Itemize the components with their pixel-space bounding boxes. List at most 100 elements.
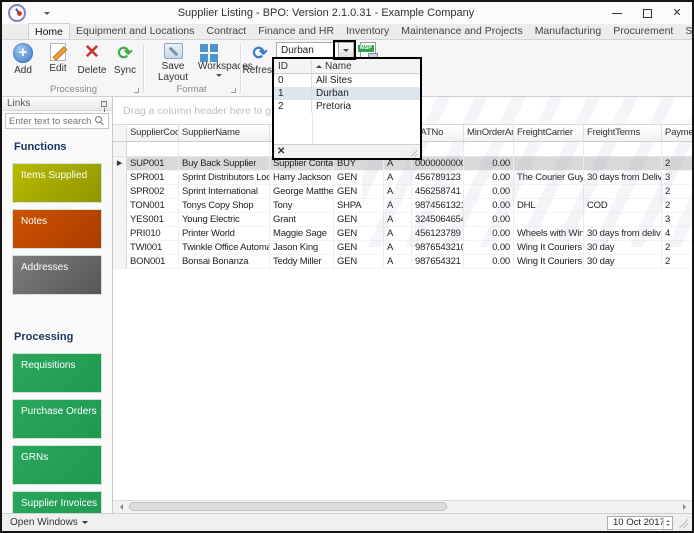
- tab-procurement[interactable]: Procurement: [607, 23, 679, 39]
- sync-arrows-icon: ⟳: [117, 43, 133, 63]
- filter-cell-min[interactable]: [464, 142, 514, 156]
- popup-cell-id: 0: [274, 74, 312, 87]
- table-row-spr001[interactable]: SPR001 Sprint Distributors Local Harry Jac…: [113, 171, 692, 185]
- table-row-pri010[interactable]: PRI010 Printer World Maggie Sage GEN A 456123…: [113, 227, 692, 241]
- delete-button-label: Delete: [77, 65, 107, 76]
- site-selector-dropdown-button[interactable]: [338, 43, 353, 58]
- workspaces-grid-icon: [200, 44, 208, 52]
- scrollbar-thumb[interactable]: [129, 502, 447, 511]
- filter-cell-payment[interactable]: [662, 142, 692, 156]
- search-input[interactable]: [6, 115, 95, 127]
- cell-contact: Teddy Miller: [270, 255, 334, 268]
- table-row-bon001[interactable]: BON001 Bonsai Bonanza Teddy Miller GEN A 9876…: [113, 255, 692, 269]
- popup-row-pretoria[interactable]: 2 Pretoria: [274, 100, 420, 113]
- cell-terms: COD: [584, 199, 662, 212]
- column-header-minorderamt[interactable]: MinOrderAmt: [464, 125, 514, 141]
- scrollbar-track[interactable]: [126, 501, 679, 513]
- cell-terms: 30 day: [584, 255, 662, 268]
- column-header-suppliername[interactable]: SupplierName: [179, 125, 270, 141]
- table-row-spr002[interactable]: SPR002Sprint InternationalGeorge Matthew…: [113, 185, 692, 199]
- column-header-paymen[interactable]: Paymen: [662, 125, 692, 141]
- table-row-yes001[interactable]: YES001 Young Electric Grant GEN A 3245064654 0…: [113, 213, 692, 227]
- tile-notes[interactable]: Notes: [12, 209, 102, 249]
- filter-indicator-cell: [113, 142, 127, 156]
- cell-code: SPR002: [127, 185, 179, 198]
- row-indicator: [113, 199, 127, 212]
- search-icon[interactable]: [95, 116, 105, 126]
- delete-button[interactable]: ✕ Delete: [76, 43, 108, 77]
- clear-selection-button[interactable]: ✕: [277, 146, 285, 157]
- date-input[interactable]: [608, 517, 663, 528]
- popup-column-header-id[interactable]: ID: [274, 59, 312, 73]
- save-layout-button[interactable]: Save Layout: [147, 43, 199, 83]
- site-dropdown-header: ID Name: [274, 59, 420, 74]
- workspaces-dropdown-icon[interactable]: [216, 74, 222, 80]
- scroll-right-button[interactable]: [679, 501, 692, 513]
- cell-class: GEN: [334, 241, 384, 254]
- tab-home[interactable]: Home: [28, 23, 71, 39]
- popup-column-header-name[interactable]: Name: [312, 61, 420, 72]
- workspaces-button[interactable]: Workspaces: [198, 43, 253, 83]
- tile-requisitions[interactable]: Requisitions: [12, 353, 102, 393]
- filter-cell-name[interactable]: [179, 142, 270, 156]
- tile-purchase-orders[interactable]: Purchase Orders: [12, 399, 102, 439]
- popup-row-all-sites[interactable]: 0 All Sites: [274, 74, 420, 87]
- tab-inventory[interactable]: Inventory: [340, 23, 395, 39]
- tile-items-supplied[interactable]: Items Supplied: [12, 163, 102, 203]
- sync-button[interactable]: ⟳ Sync: [109, 43, 141, 76]
- filter-cell-code[interactable]: [127, 142, 179, 156]
- dialog-launcher-icon[interactable]: [231, 88, 236, 93]
- tile-addresses[interactable]: Addresses: [12, 255, 102, 295]
- cell-status: A: [384, 171, 412, 184]
- cell-terms: 30 days from delivery: [584, 227, 662, 240]
- statusbar-resize-grip[interactable]: [677, 517, 688, 528]
- column-header-freightcarrier[interactable]: FreightCarrier: [514, 125, 584, 141]
- open-windows-button[interactable]: Open Windows: [10, 517, 88, 528]
- add-button[interactable]: Add: [7, 43, 39, 76]
- cell-vat: 9876543210: [412, 241, 464, 254]
- maximize-button[interactable]: [632, 3, 662, 23]
- minimize-button[interactable]: [602, 3, 632, 23]
- filter-cell-carrier[interactable]: [514, 142, 584, 156]
- tab-finance-and-hr[interactable]: Finance and HR: [252, 23, 340, 39]
- ribbon-group-caption-format: Format: [145, 84, 238, 95]
- table-row-ton001[interactable]: TON001 Tonys Copy Shop Tony SHPA A 9874561321…: [113, 199, 692, 213]
- row-indicator: [113, 185, 127, 198]
- cell-status: A: [384, 241, 412, 254]
- cell-terms: 30 day: [584, 241, 662, 254]
- tab-maintenance-and-projects[interactable]: Maintenance and Projects: [395, 23, 528, 39]
- cell-terms: [584, 213, 662, 226]
- pin-icon[interactable]: [101, 100, 107, 112]
- tab-manufacturing[interactable]: Manufacturing: [529, 23, 608, 39]
- close-button[interactable]: ✕: [662, 3, 692, 23]
- row-indicator: [113, 241, 127, 254]
- cell-contact: Grant: [270, 213, 334, 226]
- tab-equipment-and-locations[interactable]: Equipment and Locations: [70, 23, 201, 39]
- table-row-twi001[interactable]: TWI001Twinkle Office Automation ...Jason…: [113, 241, 692, 255]
- cell-vat: 456258741: [412, 185, 464, 198]
- ribbon-group-caption-processing: Processing: [6, 84, 141, 95]
- site-dropdown-popup: ID Name 0 All Sites 1 Durban 2 Pretoria ✕: [272, 57, 422, 160]
- tile-label: Addresses: [21, 262, 69, 273]
- scroll-left-button[interactable]: [113, 501, 126, 513]
- date-spinner[interactable]: [663, 516, 672, 529]
- popup-row-durban[interactable]: 1 Durban: [274, 87, 420, 100]
- tab-sales[interactable]: Sales: [679, 23, 694, 39]
- add-button-label: Add: [14, 65, 32, 76]
- column-header-freightterms[interactable]: FreightTerms: [584, 125, 662, 141]
- tile-grns[interactable]: GRNs: [12, 445, 102, 485]
- edit-button[interactable]: Edit: [42, 43, 74, 74]
- date-editor[interactable]: [607, 515, 673, 530]
- tab-contract[interactable]: Contract: [201, 23, 253, 39]
- cell-vat: 987654321: [412, 255, 464, 268]
- dialog-launcher-icon[interactable]: [134, 88, 139, 93]
- ribbon-group-divider: [143, 44, 144, 92]
- filter-cell-terms[interactable]: [584, 142, 662, 156]
- cell-payment: 3: [662, 213, 692, 226]
- tile-label: Requisitions: [21, 360, 76, 371]
- close-icon: ✕: [672, 6, 682, 19]
- column-header-suppliercode[interactable]: SupplierCode: [127, 125, 179, 141]
- popup-resize-grip[interactable]: [407, 146, 417, 157]
- header-indicator-cell: [113, 125, 127, 141]
- tile-supplier-invoices[interactable]: Supplier Invoices: [12, 491, 102, 513]
